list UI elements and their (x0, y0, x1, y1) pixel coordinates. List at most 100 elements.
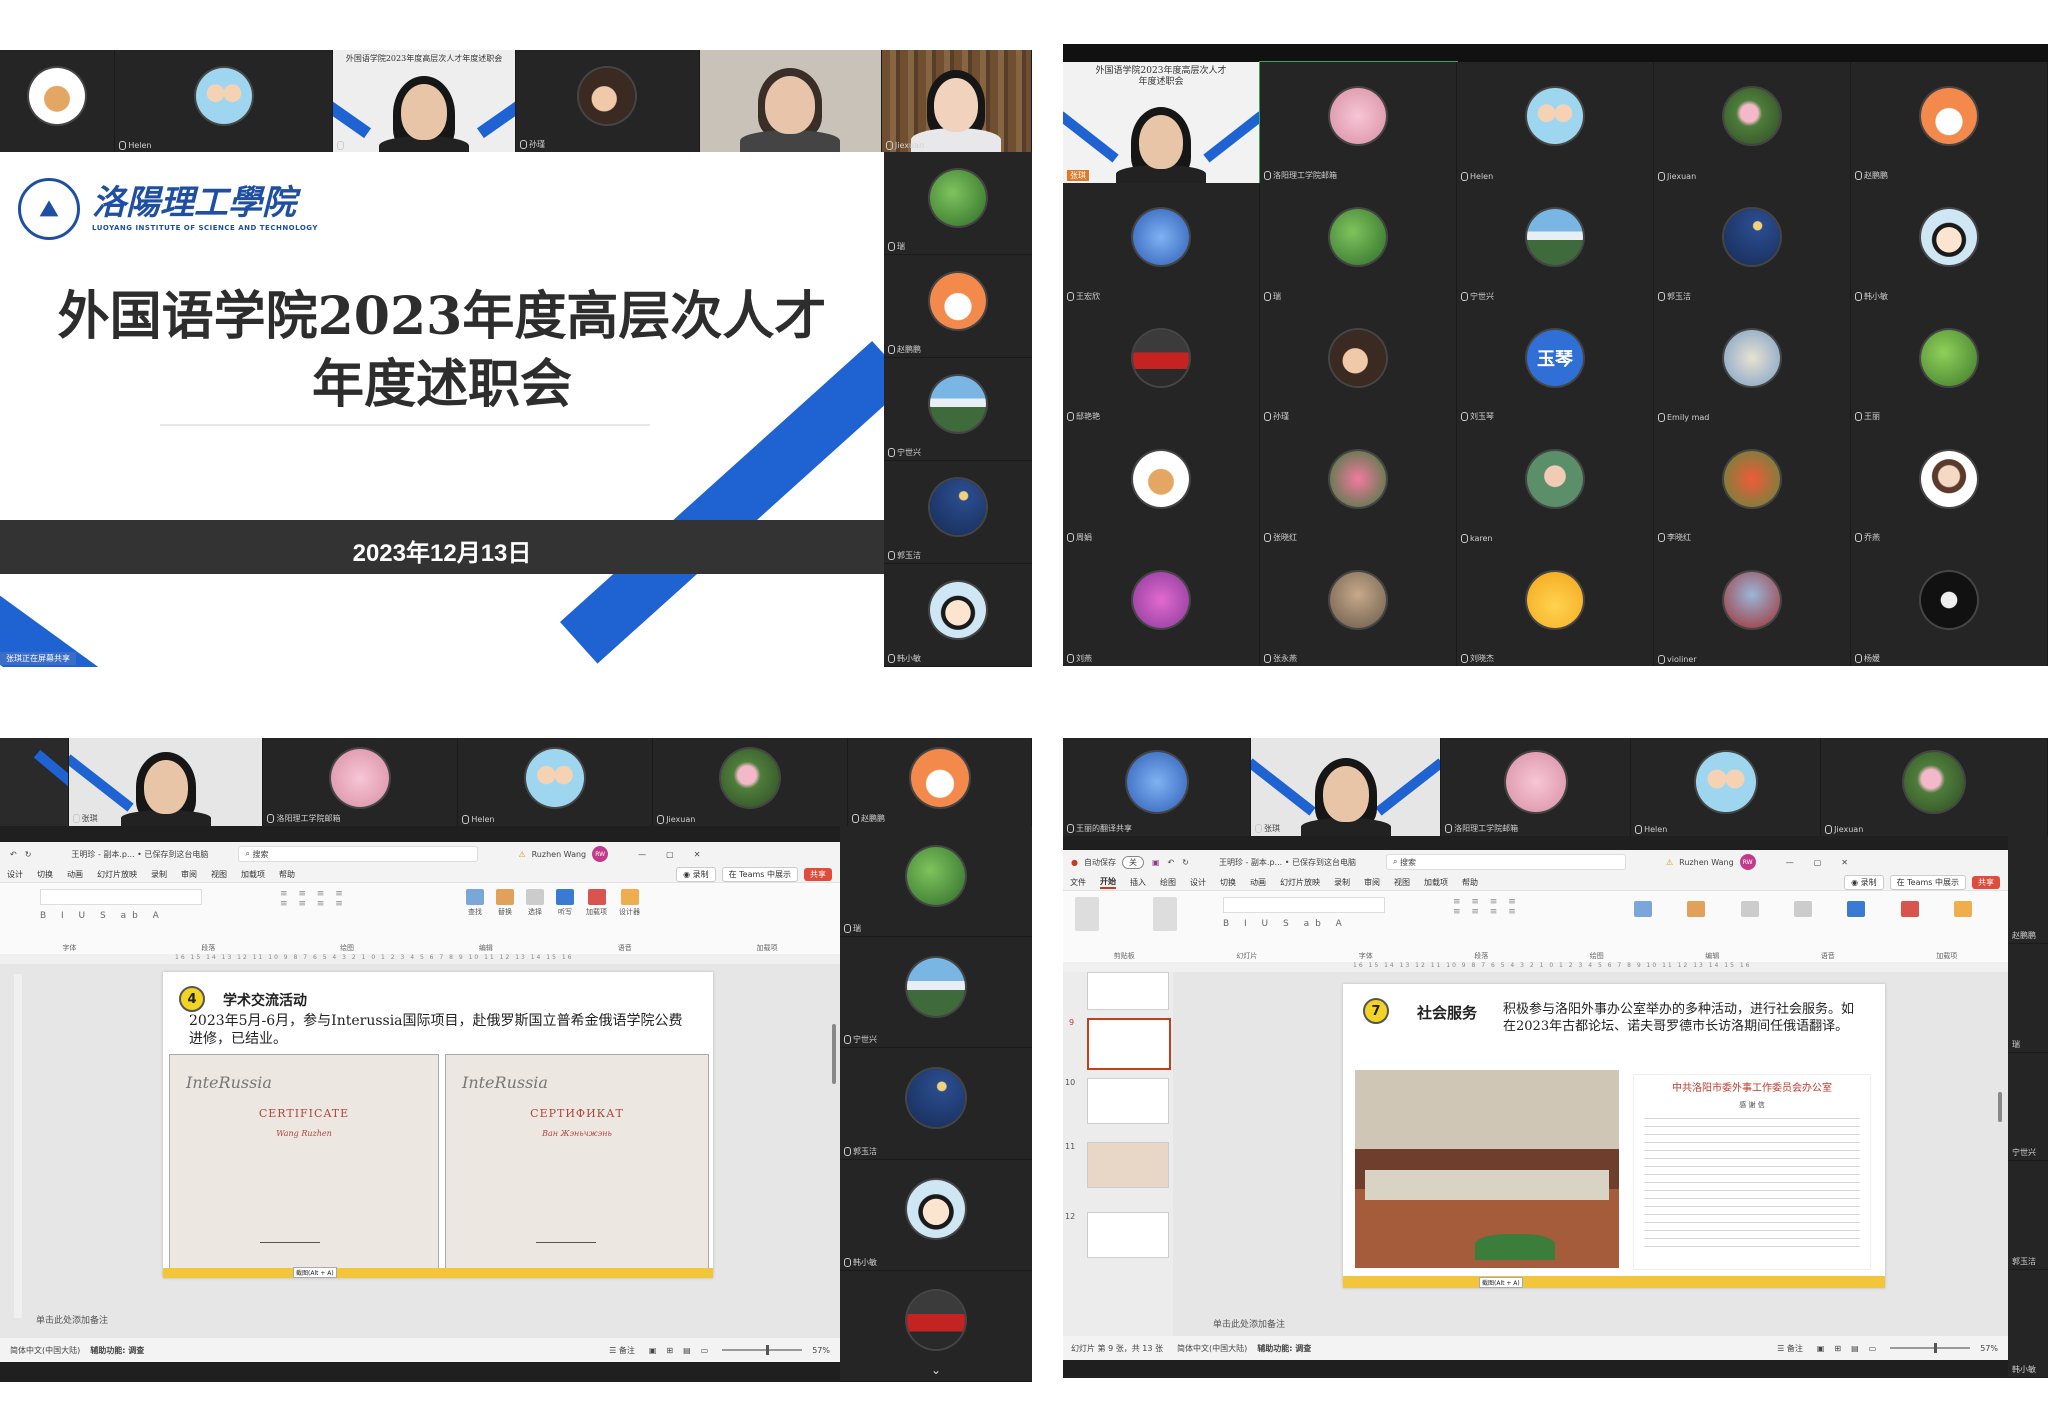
presenter-video[interactable]: 张琪 (1251, 738, 1442, 836)
font-name-select[interactable] (40, 889, 202, 905)
participant-tile[interactable]: 李晓红 (1654, 424, 1851, 546)
record-button[interactable]: ◉ 录制 (1844, 874, 1884, 890)
participant-tile[interactable]: 洛阳理工学院邮箱 (1441, 738, 1632, 836)
participant-tile[interactable]: 赵鹏鹏 (2008, 836, 2048, 945)
ribbon-tool[interactable]: 加载项 (586, 885, 607, 917)
notes-icon[interactable]: ☰ (1777, 1344, 1784, 1353)
normal-view-icon[interactable]: ▣ (1817, 1344, 1825, 1353)
participant-tile[interactable]: violiner (1654, 545, 1851, 666)
ribbon-tool[interactable]: 选择 (526, 885, 544, 917)
autosave-toggle[interactable]: 关 (1121, 855, 1144, 869)
menu-tab[interactable]: 动画 (1250, 877, 1266, 888)
menu-tab[interactable]: 动画 (67, 869, 83, 880)
menu-tab[interactable]: 切换 (1220, 877, 1236, 888)
user-name[interactable]: Ruzhen Wang (532, 850, 587, 859)
participant-tile[interactable]: 赵鹏鹏 (848, 738, 1032, 826)
menu-tab[interactable]: 开始 (1100, 876, 1116, 889)
participant-tile[interactable]: Emily mad (1654, 303, 1851, 425)
menu-tab[interactable]: 录制 (151, 869, 167, 880)
participant-tile[interactable]: 郭玉洁 (1654, 182, 1851, 304)
participant-tile[interactable]: 洛阳理工学院邮箱 (263, 738, 459, 826)
participant-tile[interactable]: Helen (458, 738, 654, 826)
zoom-level[interactable]: 57% (1980, 1344, 1998, 1353)
slide-thumbnail[interactable] (1087, 972, 1169, 1010)
close-icon[interactable]: ✕ (1841, 858, 1848, 867)
participant-video[interactable] (699, 50, 882, 152)
ribbon-tools[interactable] (1623, 897, 1983, 937)
menu-tab[interactable]: 设计 (1190, 877, 1206, 888)
notes-button[interactable]: 备注 (1787, 1343, 1803, 1354)
participant-tile[interactable]: 赵鹏鹏 (884, 255, 1032, 358)
teams-present-button[interactable]: 在 Teams 中展示 (721, 866, 798, 882)
menu-tab[interactable]: 设计 (7, 869, 23, 880)
user-avatar[interactable]: RW (1739, 854, 1756, 870)
menu-tab[interactable]: 视图 (211, 869, 227, 880)
participant-tile[interactable]: 洛阳理工学院邮箱 (1259, 61, 1458, 184)
menu-tab[interactable]: 加载项 (1424, 877, 1448, 888)
menu-tab[interactable]: 加载项 (241, 869, 265, 880)
participant-tile[interactable]: 宁世兴 (1457, 182, 1654, 304)
sorter-view-icon[interactable]: ⊞ (1834, 1344, 1841, 1353)
notes-placeholder[interactable]: 单击此处添加备注 (36, 1313, 108, 1326)
menu-tab[interactable]: 帮助 (279, 869, 295, 880)
presenter-video[interactable]: 张琪 (68, 738, 264, 826)
shared-screen-thumb[interactable]: 外国语学院2023年度高层次人才年度述职会 (333, 50, 516, 152)
participant-tile[interactable]: karen (1457, 424, 1654, 546)
ribbon-tool[interactable]: 设计器 (619, 885, 640, 917)
redo-icon[interactable]: ↻ (1182, 858, 1189, 867)
notes-icon[interactable]: ☰ (609, 1346, 616, 1355)
menu-tab[interactable]: 绘图 (1160, 877, 1176, 888)
participant-tile[interactable]: 周娟 (1063, 424, 1260, 546)
participant-tile[interactable]: 乔燕 (1851, 424, 2048, 546)
participant-tile[interactable]: Helen (1457, 62, 1654, 183)
zoom-slider[interactable] (722, 1345, 803, 1355)
slide-thumbnail[interactable] (1087, 1078, 1169, 1124)
menu-tab[interactable]: 幻灯片放映 (1280, 877, 1320, 888)
participant-tile[interactable]: 郭玉洁 (2008, 1161, 2048, 1270)
reading-view-icon[interactable]: ▤ (1851, 1344, 1859, 1353)
font-format-buttons[interactable]: B I U S ab A (40, 911, 260, 921)
menu-tab[interactable]: 审阅 (1364, 877, 1380, 888)
teams-present-button[interactable]: 在 Teams 中展示 (1889, 874, 1966, 890)
participant-tile[interactable]: 瑞 (840, 826, 1032, 938)
slideshow-icon[interactable]: ▭ (1869, 1344, 1877, 1353)
file-name[interactable]: 王明珍 - 副本.p... • 已保存到这台电脑 (71, 849, 208, 860)
minimize-icon[interactable]: — (638, 850, 646, 859)
participant-tile[interactable]: 刘燕 (1063, 545, 1260, 666)
zoom-slider[interactable] (1890, 1343, 1971, 1353)
menu-tab[interactable]: 帮助 (1462, 877, 1478, 888)
accessibility-status[interactable]: 辅助功能: 调查 (1257, 1343, 1311, 1354)
close-icon[interactable]: ✕ (694, 850, 701, 859)
participant-tile[interactable]: 宁世兴 (840, 937, 1032, 1049)
participant-tile[interactable]: Jiexuan (653, 738, 849, 826)
ribbon-tool[interactable]: 听写 (556, 885, 574, 917)
menu-tab[interactable]: 切换 (37, 869, 53, 880)
participant-tile[interactable]: 孙瑾 (516, 50, 700, 152)
zoom-level[interactable]: 57% (812, 1346, 830, 1355)
participant-tile[interactable] (0, 738, 69, 826)
participant-tile[interactable]: 刘晓杰 (1457, 545, 1654, 666)
participant-tile[interactable]: 瑞 (1260, 182, 1457, 304)
menu-tab[interactable]: 视图 (1394, 877, 1410, 888)
menu-tab[interactable]: 文件 (1070, 877, 1086, 888)
participant-tile[interactable]: Jiexuan (1654, 62, 1851, 183)
redo-icon[interactable]: ↻ (25, 850, 32, 859)
share-button[interactable]: 共享 (804, 867, 832, 881)
participant-tile[interactable]: 赵鹏鹏 (1851, 62, 2048, 183)
chevron-down-icon[interactable]: ⌄ (931, 1363, 941, 1377)
participant-tile[interactable]: 郭玉洁 (884, 461, 1032, 564)
participant-tile[interactable]: ⌄ (840, 1270, 1032, 1382)
participant-tile[interactable]: Helen (115, 50, 334, 152)
sharing-indicator[interactable]: 张琪正在屏幕共享 (0, 652, 76, 665)
menu-tab[interactable]: 幻灯片放映 (97, 869, 137, 880)
slideshow-icon[interactable]: ▭ (701, 1346, 709, 1355)
participant-tile[interactable]: 韩小敏 (884, 564, 1032, 667)
vertical-scrollbar[interactable] (1998, 1092, 2002, 1122)
participant-tile[interactable]: 王丽 (1851, 303, 2048, 425)
paragraph-controls[interactable]: ≡ ≡ ≡ ≡ ≡ ≡ ≡ ≡ (1453, 897, 1593, 937)
ribbon-tool[interactable]: 查找 (466, 885, 484, 917)
slide-thumbnail-selected[interactable] (1087, 1018, 1171, 1070)
participant-tile[interactable]: 杨媛 (1851, 545, 2048, 666)
participant-tile[interactable]: 韩小敏 (840, 1159, 1032, 1271)
ribbon-tool[interactable]: 替换 (496, 885, 514, 917)
